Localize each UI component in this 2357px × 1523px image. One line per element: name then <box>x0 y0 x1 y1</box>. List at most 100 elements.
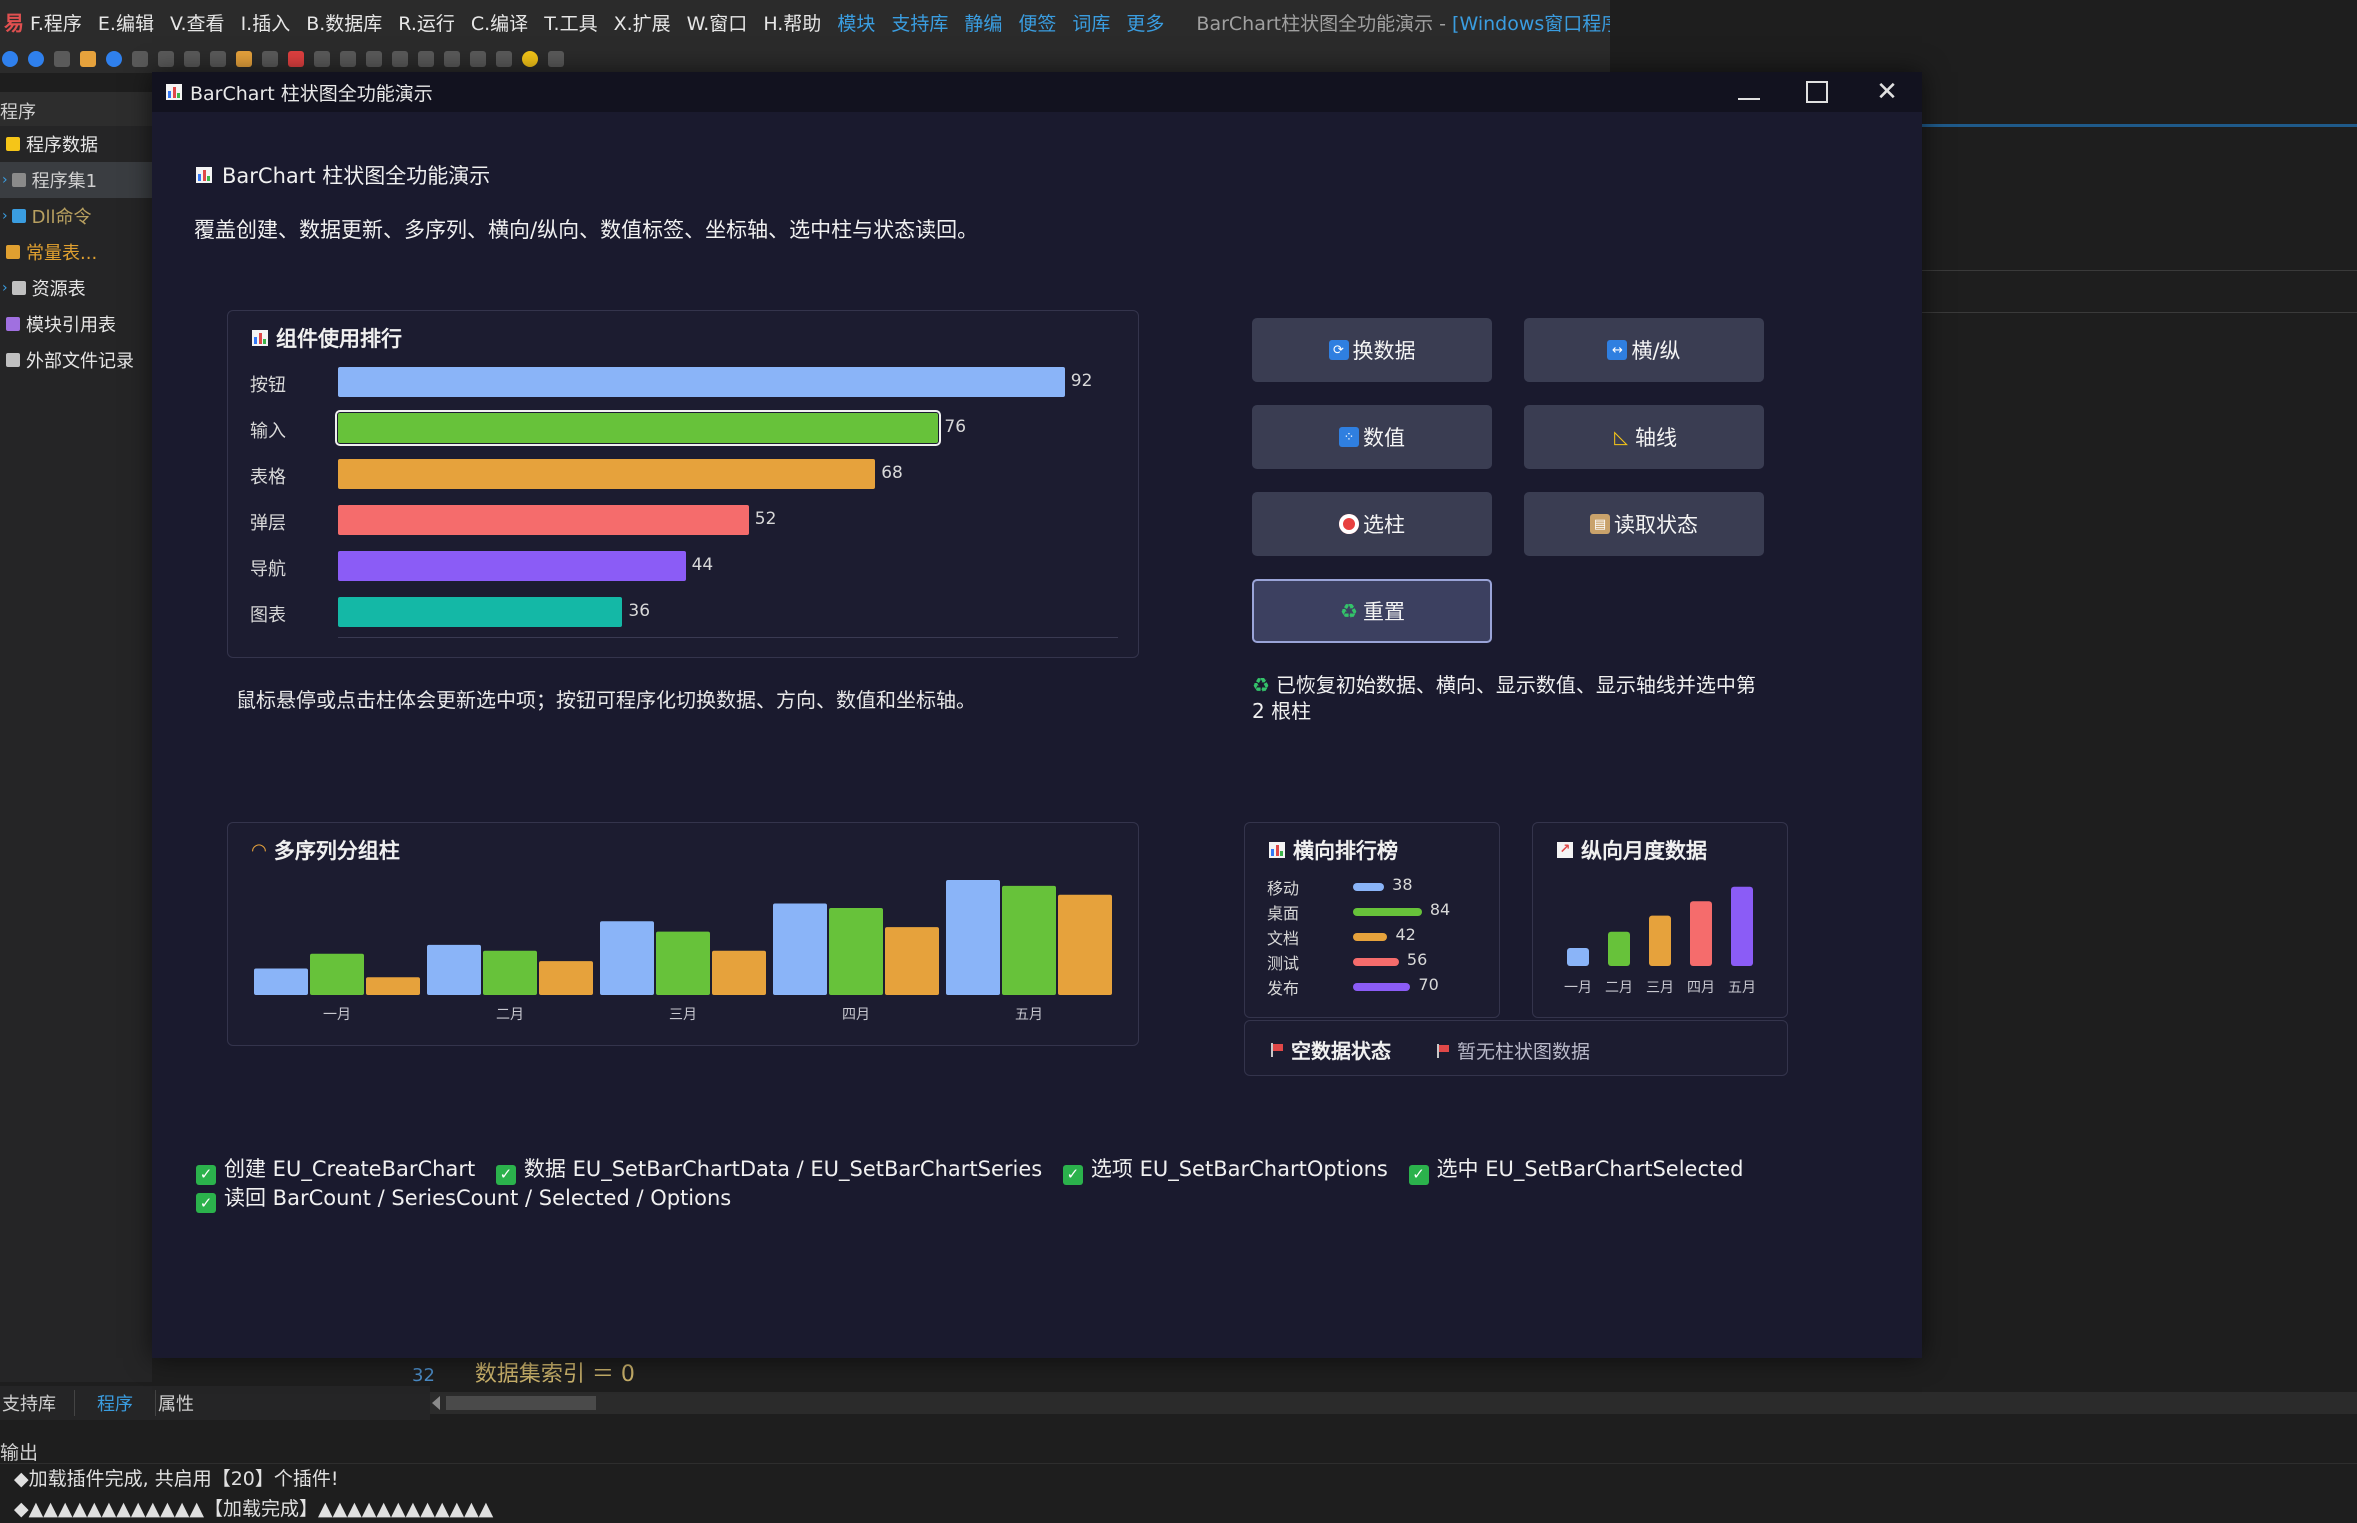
paste-icon[interactable] <box>158 51 174 67</box>
run-icon[interactable] <box>262 51 278 67</box>
bar[interactable] <box>1353 933 1388 941</box>
download-icon[interactable] <box>340 51 356 67</box>
window-titlebar[interactable]: BarChart 柱状图全功能演示 ✕ <box>152 72 1922 112</box>
menu-item[interactable]: C.编译 <box>471 9 528 36</box>
menu-item[interactable]: 模块 <box>837 9 875 36</box>
bar[interactable] <box>338 367 1065 397</box>
menu-item[interactable]: F.程序 <box>30 9 82 36</box>
menu-item[interactable]: B.数据库 <box>306 9 382 36</box>
menu-item[interactable]: 更多 <box>1126 9 1164 36</box>
close-button[interactable]: ✕ <box>1852 72 1922 112</box>
tab-program[interactable]: 程序 <box>74 1390 156 1416</box>
maximize-button[interactable] <box>1782 72 1852 112</box>
bar[interactable] <box>539 961 593 995</box>
bar-row[interactable]: 移动 38 <box>1267 875 1497 898</box>
bar-row[interactable]: 发布 70 <box>1267 975 1497 998</box>
bar[interactable] <box>885 927 939 995</box>
refresh-icon[interactable] <box>314 51 330 67</box>
bar-row[interactable]: 测试 56 <box>1267 950 1497 973</box>
bar[interactable] <box>1353 883 1385 891</box>
stop-icon[interactable] <box>288 51 304 67</box>
bar[interactable] <box>1690 901 1712 966</box>
menu-item[interactable]: T.工具 <box>544 9 597 36</box>
step-icon[interactable] <box>444 51 460 67</box>
bar[interactable] <box>338 597 623 627</box>
bar[interactable] <box>366 977 420 995</box>
reset-button[interactable]: ♻ 重置 <box>1252 579 1492 643</box>
menu-item[interactable]: I.插入 <box>241 9 291 36</box>
lightbulb-icon[interactable] <box>522 51 538 67</box>
step-icon[interactable] <box>470 51 486 67</box>
menu-item[interactable]: 支持库 <box>891 9 948 36</box>
align-icon[interactable] <box>366 51 382 67</box>
bar[interactable] <box>656 931 710 995</box>
bar[interactable] <box>1567 948 1589 966</box>
axis-button[interactable]: ◺ 轴线 <box>1524 405 1764 469</box>
bar[interactable] <box>1353 958 1399 966</box>
bar[interactable] <box>310 953 364 995</box>
bar[interactable] <box>1353 908 1422 916</box>
bar[interactable] <box>1608 931 1630 966</box>
swap-data-button[interactable]: ⟳ 换数据 <box>1252 318 1492 382</box>
redo-icon[interactable] <box>210 51 226 67</box>
bar[interactable] <box>334 410 942 446</box>
tree-item[interactable]: 程序数据 <box>0 126 152 162</box>
bar[interactable] <box>1353 983 1411 991</box>
bar-row[interactable]: 文档 42 <box>1267 925 1497 948</box>
bar[interactable] <box>483 950 537 995</box>
bar[interactable] <box>338 459 876 489</box>
forward-icon[interactable] <box>28 51 44 67</box>
bar-row[interactable]: 桌面 84 <box>1267 900 1497 923</box>
bar[interactable] <box>338 551 686 581</box>
bar[interactable] <box>338 505 749 535</box>
undo-icon[interactable] <box>184 51 200 67</box>
bar[interactable] <box>1002 885 1056 995</box>
chevron-right-icon[interactable]: › <box>2 280 8 296</box>
tree-item[interactable]: › 资源表 <box>0 270 152 306</box>
bar[interactable] <box>427 944 481 995</box>
bar[interactable] <box>254 968 308 995</box>
horizontal-scrollbar[interactable] <box>430 1392 2357 1414</box>
open-folder-icon[interactable] <box>80 51 96 67</box>
tree-item[interactable]: › Dll命令 <box>0 198 152 234</box>
align-icon[interactable] <box>418 51 434 67</box>
scroll-left-icon[interactable] <box>432 1396 440 1410</box>
select-bar-button[interactable]: 选柱 <box>1252 492 1492 556</box>
menu-item[interactable]: X.扩展 <box>614 9 671 36</box>
bar[interactable] <box>773 903 827 995</box>
cut-icon[interactable] <box>132 51 148 67</box>
menu-item[interactable]: 静编 <box>964 9 1002 36</box>
save-icon[interactable] <box>106 51 122 67</box>
bar-row[interactable]: 表格 68 <box>228 459 1138 489</box>
values-button[interactable]: ⁘ 数值 <box>1252 405 1492 469</box>
menu-item[interactable]: H.帮助 <box>763 9 821 36</box>
menu-item[interactable]: E.编辑 <box>98 9 154 36</box>
bar[interactable] <box>600 921 654 995</box>
copy-icon[interactable] <box>54 51 70 67</box>
menu-item[interactable]: R.运行 <box>398 9 455 36</box>
bar[interactable] <box>1058 894 1112 995</box>
bar[interactable] <box>946 879 1000 995</box>
tree-item[interactable]: › 程序集1 <box>0 162 152 198</box>
scrollbar-thumb[interactable] <box>446 1396 596 1410</box>
orientation-button[interactable]: ↔ 横/纵 <box>1524 318 1764 382</box>
minimize-button[interactable] <box>1714 72 1784 112</box>
search-icon[interactable] <box>496 51 512 67</box>
tab-support-library[interactable]: 支持库 <box>0 1390 74 1416</box>
tree-item[interactable]: 外部文件记录 <box>0 342 152 378</box>
bar[interactable] <box>829 907 883 995</box>
bar-row[interactable]: 输入 76 <box>228 410 1138 446</box>
tab-properties[interactable]: 属性 <box>156 1390 212 1416</box>
align-icon[interactable] <box>392 51 408 67</box>
chevron-right-icon[interactable]: › <box>2 208 8 224</box>
chevron-right-icon[interactable]: › <box>2 172 8 188</box>
bar[interactable] <box>712 950 766 995</box>
project-icon[interactable] <box>236 51 252 67</box>
tree-item[interactable]: 模块引用表 <box>0 306 152 342</box>
tree-item[interactable]: 常量表... <box>0 234 152 270</box>
read-state-button[interactable]: ▤ 读取状态 <box>1524 492 1764 556</box>
menu-item[interactable]: W.窗口 <box>687 9 748 36</box>
bar[interactable] <box>1649 915 1671 966</box>
bar-row[interactable]: 图表 36 <box>228 597 1138 627</box>
menu-item[interactable]: V.查看 <box>170 9 225 36</box>
